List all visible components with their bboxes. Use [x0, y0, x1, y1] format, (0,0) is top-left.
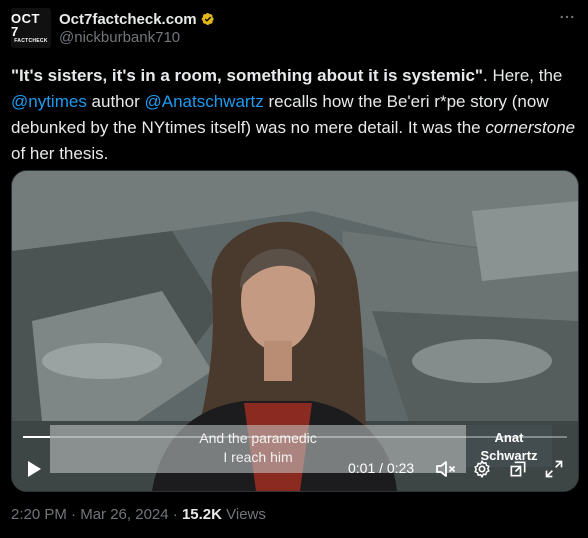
play-icon[interactable] [22, 457, 46, 481]
video-controls: 0:01 / 0:23 [12, 453, 578, 483]
views-count[interactable]: 15.2K [182, 506, 222, 523]
progress-bar[interactable] [23, 436, 567, 438]
mention-anatschwartz[interactable]: @Anatschwartz [144, 92, 263, 111]
tweet-text-part: . Here, the [483, 66, 563, 85]
tweet-quote: "It's sisters, it's in a room, something… [11, 66, 483, 85]
caption-line-1: And the paramedic [199, 430, 317, 446]
mute-icon[interactable] [434, 457, 458, 481]
author-name-row: Oct7factcheck.com [59, 9, 216, 29]
footer-separator: · [66, 506, 81, 523]
avatar-text-main: OCT 7 [11, 10, 40, 39]
tweet-card: OCT 7 FACTCHECK Oct7factcheck.com @nickb… [0, 0, 588, 538]
tweet-emphasis: cornerstone [485, 118, 576, 137]
tweet-date[interactable]: Mar 26, 2024 [80, 506, 168, 523]
fullscreen-icon[interactable] [542, 457, 566, 481]
settings-gear-icon[interactable] [470, 457, 494, 481]
author-handle[interactable]: @nickburbank710 [59, 29, 180, 46]
verified-badge-icon[interactable] [200, 11, 216, 27]
tweet-text-part: of her thesis. [11, 144, 109, 163]
time-display: 0:01 / 0:23 [348, 460, 415, 476]
more-options-icon[interactable] [556, 6, 578, 28]
mention-nytimes[interactable]: @nytimes [11, 92, 87, 111]
display-name[interactable]: Oct7factcheck.com [59, 11, 197, 28]
video-player[interactable]: And the paramedic I reach him Anat Schwa… [11, 170, 579, 492]
progress-bar-fill [23, 436, 51, 438]
tweet-footer: 2:20 PM · Mar 26, 2024 · 15.2K Views [11, 506, 266, 523]
avatar-text-sub: FACTCHECK [14, 37, 48, 44]
footer-separator: · [168, 506, 182, 523]
tweet-text: "It's sisters, it's in a room, something… [11, 63, 577, 167]
picture-in-picture-icon[interactable] [506, 457, 530, 481]
tweet-time[interactable]: 2:20 PM [11, 506, 67, 523]
tweet-text-part: author [86, 92, 145, 111]
name-tag-line-1: Anat [494, 430, 524, 445]
avatar[interactable]: OCT 7 FACTCHECK [11, 8, 51, 48]
views-label: Views [221, 506, 266, 523]
